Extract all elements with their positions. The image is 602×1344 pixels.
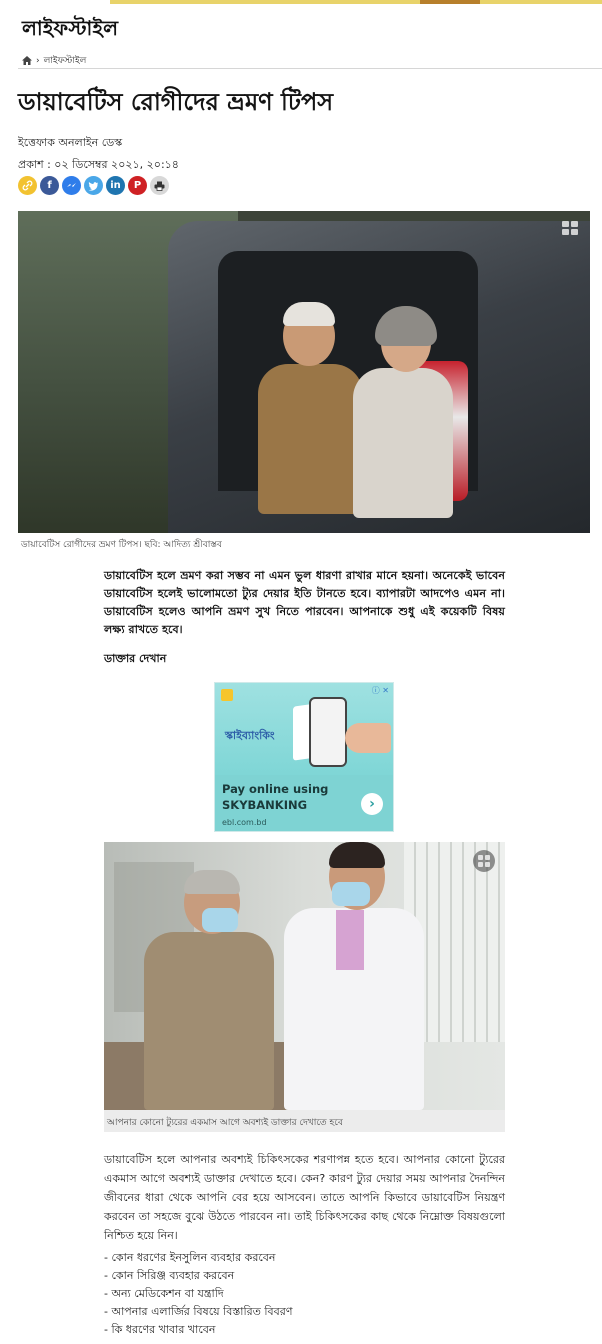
article-paragraph: ডায়াবেটিস হলে আপনার অবশ্যই চিকিৎসকের শর… [104, 1153, 505, 1242]
checklist: - কোন ধরণের ইনসুলিন ব্যবহার করবেন - কোন … [104, 1249, 293, 1339]
section-subhead: ডাক্তার দেখান [104, 652, 167, 665]
hero-image[interactable] [18, 211, 590, 533]
ad-hand [345, 723, 391, 753]
linkedin-icon[interactable]: in [106, 176, 125, 195]
gallery-icon[interactable] [562, 221, 578, 235]
messenger-icon[interactable] [62, 176, 81, 195]
ad-headline: Pay online using SKYBANKING [222, 782, 329, 812]
article-headline: ডায়াবেটিস রোগীদের ভ্রমণ টিপস [18, 88, 334, 116]
banner-strip [420, 0, 480, 4]
ad-phone [309, 697, 347, 767]
published-date: প্রকাশ : ০২ ডিসেম্বর ২০২১, ২০:১৪ [18, 158, 179, 171]
hero-caption: ডায়াবেটিস রোগীদের ভ্রমণ টিপস। ছবি: আদিত… [21, 540, 222, 550]
section-title[interactable]: লাইফস্টাইল [22, 14, 118, 47]
home-icon[interactable] [22, 56, 32, 65]
list-item: - অন্য মেডিকেশন বা যন্ত্রাদি [104, 1287, 224, 1300]
inline-ad[interactable]: ⓘ ✕ স্কাইব্যাংকিং Pay online using SKYBA… [214, 682, 394, 832]
doctor-figure [274, 842, 424, 1110]
header-divider [18, 68, 602, 69]
breadcrumb-separator: › [36, 55, 40, 66]
list-item: - কোন ধরণের ইনসুলিন ব্যবহার করবেন [104, 1251, 276, 1264]
hero-man [253, 302, 363, 526]
list-item: - কি ধরণের খাবার খাবেন [104, 1323, 216, 1336]
link-icon[interactable] [18, 176, 37, 195]
patient-figure [144, 870, 274, 1110]
ad-brand: স্কাইব্যাংকিং [225, 729, 275, 742]
adchoices-icon[interactable]: ⓘ ✕ [372, 685, 389, 696]
breadcrumb: › লাইফস্টাইল [22, 53, 86, 68]
gallery-icon[interactable] [473, 850, 495, 872]
article-author[interactable]: ইত্তেফাক অনলাইন ডেস্ক [18, 134, 122, 153]
doctor-image-caption: আপনার কোনো ট্যুরের একমাস আগে অবশ্যই ডাক্… [104, 1110, 505, 1132]
list-item: - আপনার এলার্জির বিষয়ে বিস্তারিত বিবরণ [104, 1305, 293, 1318]
facebook-icon[interactable]: f [40, 176, 59, 195]
share-bar: f in P [18, 176, 169, 195]
pinterest-icon[interactable]: P [128, 176, 147, 195]
article-lead: ডায়াবেটিস হলে ভ্রমণ করা সম্ভব না এমন ভু… [104, 569, 505, 636]
ad-logo [221, 689, 233, 701]
hero-woman [353, 306, 463, 526]
doctor-image[interactable] [104, 842, 505, 1110]
ad-domain: ebl.com.bd [222, 818, 267, 827]
print-icon[interactable] [150, 176, 169, 195]
list-item: - কোন সিরিঞ্জ ব্যবহার করবেন [104, 1269, 235, 1282]
breadcrumb-current[interactable]: লাইফস্টাইল [44, 53, 87, 68]
ad-cta-button[interactable]: › [361, 793, 383, 815]
top-ad-banner[interactable] [110, 0, 602, 4]
twitter-icon[interactable] [84, 176, 103, 195]
